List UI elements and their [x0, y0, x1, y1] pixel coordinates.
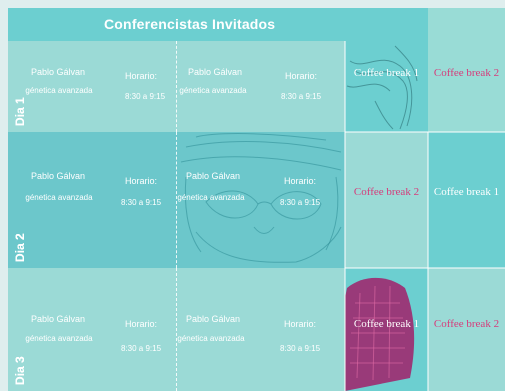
coffee-break-label: Coffee break 2	[428, 67, 505, 80]
schedule-page: Conferencistas Invitados Dia 1 Pablo Gál…	[0, 0, 505, 391]
speaker-name: Pablo Gálvan	[31, 314, 86, 324]
day-label: Dia 3	[13, 356, 27, 385]
coffee-break-text: Coffee break 1	[353, 318, 420, 330]
speaker-name: Pablo Gálvan	[186, 314, 241, 324]
day-label: Dia 1	[13, 97, 27, 126]
time-range: 8:30 a 9:15	[281, 92, 322, 101]
coffee-cell	[345, 132, 428, 268]
coffee-break-text: Coffee break 2	[433, 318, 500, 330]
time-label: Horario:	[125, 176, 158, 186]
time-range: 8:30 a 9:15	[121, 198, 162, 207]
session-divider	[176, 268, 177, 391]
session-divider	[176, 41, 177, 132]
talk-topic: génetica avanzada	[25, 86, 93, 95]
coffee-break-text: Coffee break 1	[353, 67, 420, 79]
talk-topic: génetica avanzada	[179, 86, 247, 95]
time-label: Horario:	[284, 319, 317, 329]
coffee-break-text: Coffee break 2	[433, 67, 500, 79]
coffee-break-label: Coffee break 1	[345, 318, 428, 331]
header-title: Conferencistas Invitados	[104, 16, 276, 32]
speaker-name: Pablo Gálvan	[31, 67, 86, 77]
coffee-break-text: Coffee break 2	[353, 186, 420, 198]
day-row-1: Dia 1 Pablo Gálvan génetica avanzada Hor…	[8, 41, 345, 132]
talk-topic: génetica avanzada	[25, 193, 93, 202]
time-label: Horario:	[125, 71, 158, 81]
talk-topic: génetica avanzada	[25, 334, 93, 343]
time-label: Horario:	[284, 176, 317, 186]
coffee-break-label: Coffee break 2	[428, 318, 505, 331]
time-range: 8:30 a 9:15	[280, 198, 321, 207]
schedule-header: Conferencistas Invitados	[8, 8, 428, 41]
coffee-break-label: Coffee break 2	[345, 186, 428, 199]
day-row-2: Dia 2 Pablo Gálvan génetica avanzada Hor…	[8, 132, 345, 268]
speaker-name: Pablo Gálvan	[188, 67, 243, 77]
hair-sketch-image	[346, 45, 418, 130]
time-label: Horario:	[285, 71, 318, 81]
talk-topic: génetica avanzada	[177, 334, 245, 343]
talk-topic: génetica avanzada	[177, 193, 245, 202]
time-range: 8:30 a 9:15	[280, 344, 321, 353]
day-row-3: Dia 3 Pablo Gálvan génetica avanzada Hor…	[8, 268, 345, 391]
time-label: Horario:	[125, 319, 158, 329]
speaker-name: Pablo Gálvan	[186, 171, 241, 181]
time-range: 8:30 a 9:15	[125, 92, 166, 101]
speaker-name: Pablo Gálvan	[31, 171, 86, 181]
coffee-cell	[345, 41, 428, 132]
time-range: 8:30 a 9:15	[121, 344, 162, 353]
coffee-cell	[428, 132, 505, 268]
coffee-break-label: Coffee break 1	[428, 186, 505, 199]
coffee-break-label: Coffee break 1	[345, 67, 428, 80]
day-label: Dia 2	[13, 233, 27, 262]
coffee-break-text: Coffee break 1	[433, 186, 500, 198]
